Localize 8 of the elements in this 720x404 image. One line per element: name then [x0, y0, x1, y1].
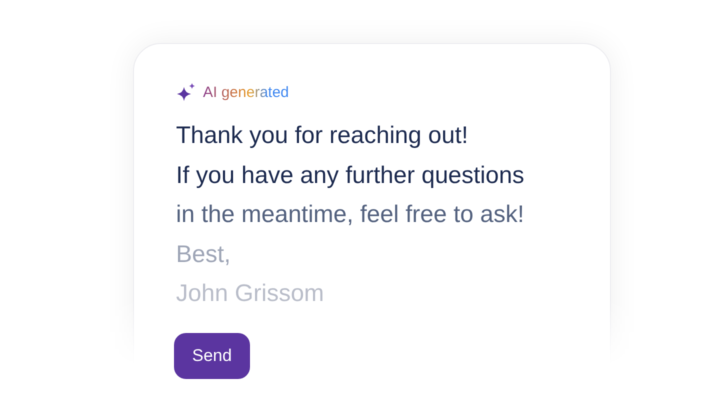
message-line: If you have any further questions — [176, 160, 524, 190]
ai-generated-label: AI generated — [203, 84, 289, 100]
message-line: Best, — [176, 240, 231, 270]
sparkle-icon — [176, 82, 197, 102]
message-line: in the meantime, feel free to ask! — [176, 200, 524, 230]
message-line: Thank you for reaching out! — [176, 121, 468, 151]
message-line: John Grissom — [176, 279, 324, 309]
send-button[interactable]: Send — [174, 333, 250, 379]
